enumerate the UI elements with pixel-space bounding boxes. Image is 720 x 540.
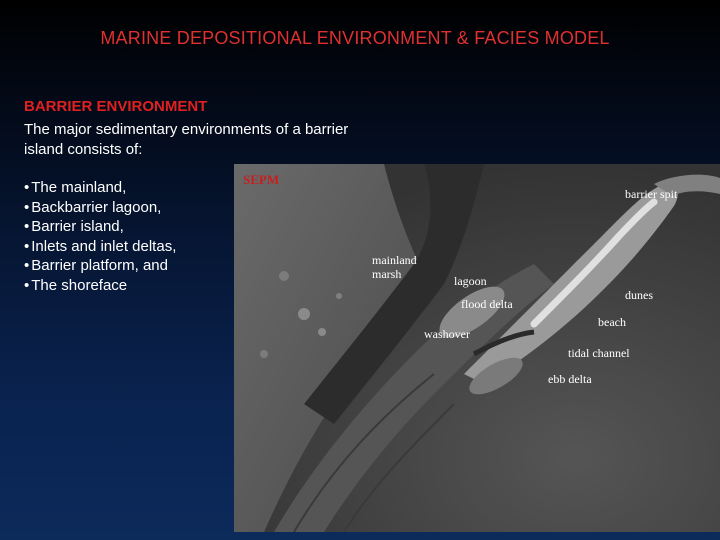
label-washover: washover <box>424 327 470 341</box>
bullet-list: The mainland, Backbarrier lagoon, Barrie… <box>24 178 176 295</box>
label-barrier-spit: barrier spit <box>625 187 678 201</box>
bullet-item: The shoreface <box>24 276 176 296</box>
intro-text: The major sedimentary environments of a … <box>24 121 349 158</box>
label-marsh: marsh <box>372 267 402 281</box>
label-ebb-delta: ebb delta <box>548 372 592 386</box>
bullet-item: Barrier island, <box>24 217 176 237</box>
bullet-item: Barrier platform, and <box>24 256 176 276</box>
label-lagoon: lagoon <box>454 274 487 288</box>
sepm-watermark: SEPM <box>243 172 280 187</box>
bullet-item: Inlets and inlet deltas, <box>24 237 176 257</box>
aerial-photo: SEPM barrier spit mainland marsh lagoon … <box>234 164 720 532</box>
label-beach: beach <box>598 315 626 329</box>
aerial-photo-drawing <box>234 164 720 532</box>
label-tidal-channel: tidal channel <box>568 346 630 360</box>
label-flood-delta: flood delta <box>461 297 513 311</box>
bullet-item: Backbarrier lagoon, <box>24 198 176 218</box>
slide-title: MARINE DEPOSITIONAL ENVIRONMENT & FACIES… <box>100 28 610 48</box>
label-dunes: dunes <box>625 288 653 302</box>
bullet-item: The mainland, <box>24 178 176 198</box>
section-heading: BARRIER ENVIRONMENT <box>24 98 208 115</box>
label-mainland: mainland <box>372 253 417 267</box>
